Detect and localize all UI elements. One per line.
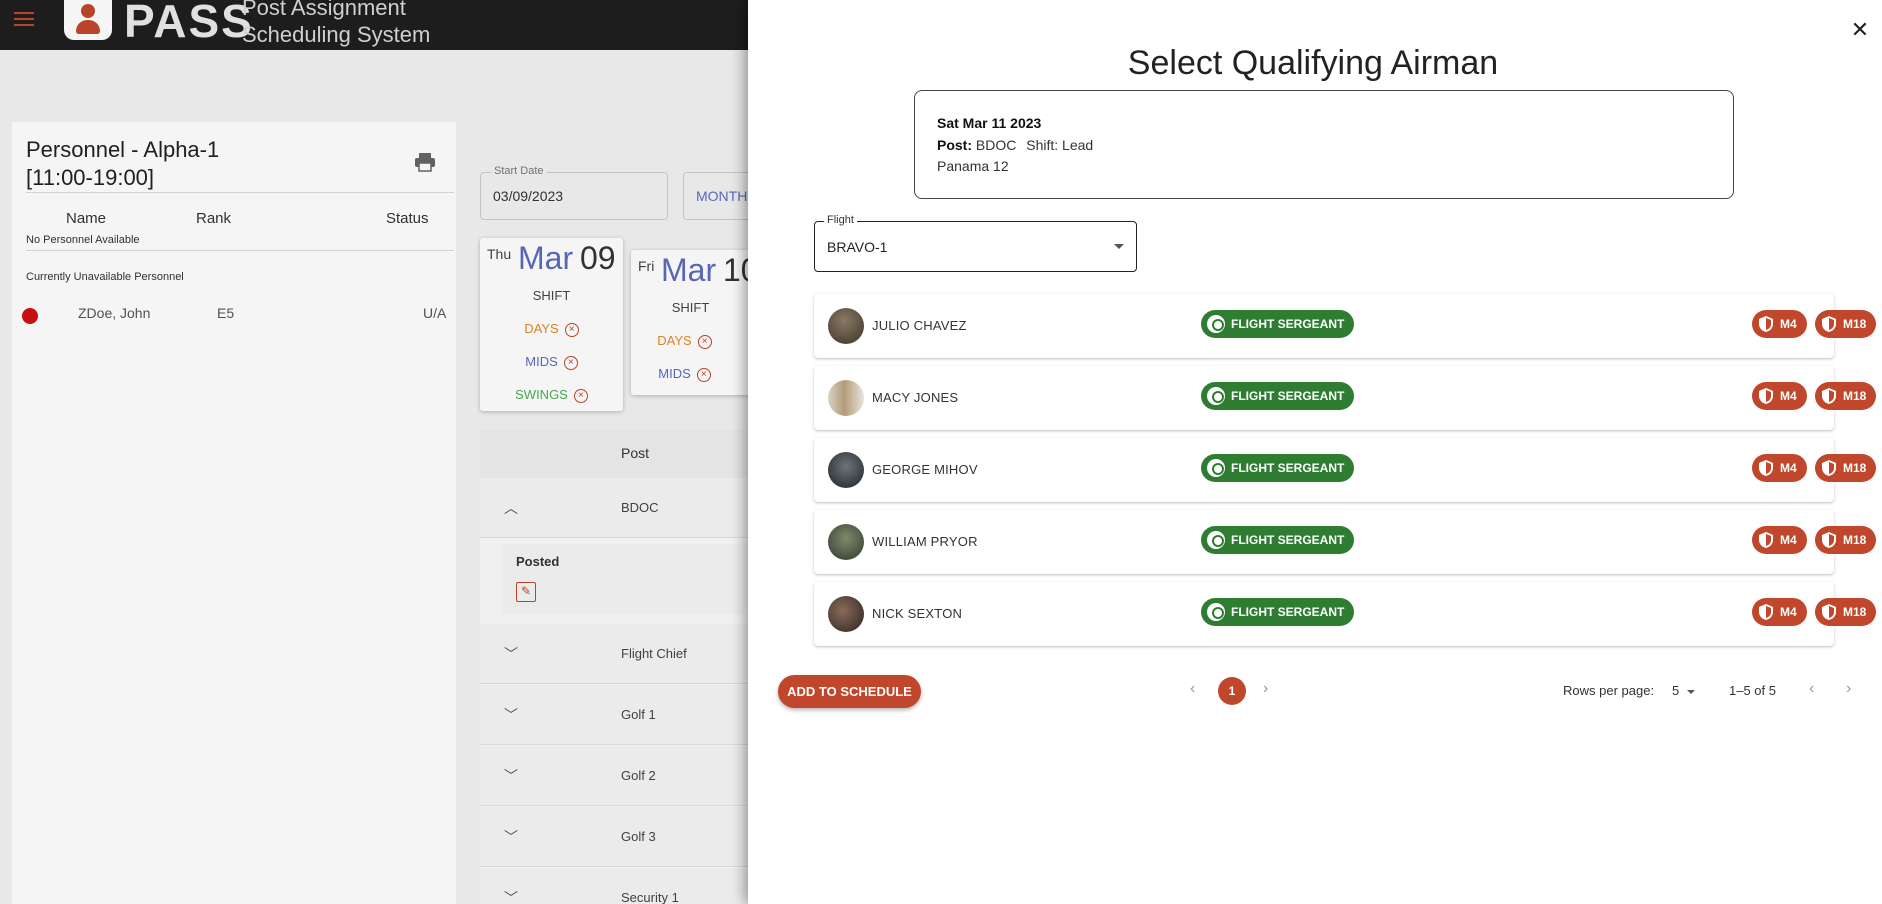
close-icon[interactable]: ✕ [1846,16,1874,44]
weapon-chip-m18: M18 [1815,310,1877,338]
shield-icon [1759,532,1773,548]
select-airman-drawer: ✕ Select Qualifying Airman Sat Mar 11 20… [748,0,1882,904]
post-label: Post: [937,137,972,153]
airman-name: GEORGE MIHOV [872,462,978,477]
shield-icon [1759,316,1773,332]
airman-card[interactable]: MACY JONES FLIGHT SERGEANT M4 M18 [814,366,1877,430]
weapon-chip-m4: M4 [1752,310,1807,338]
page-button-1[interactable]: 1 [1218,677,1246,705]
role-label: FLIGHT SERGEANT [1231,317,1345,331]
award-icon [1207,387,1225,405]
pagination-range: 1–5 of 5 [1729,683,1776,698]
shield-icon [1822,460,1836,476]
avatar [828,452,864,488]
award-icon [1207,459,1225,477]
airman-name: JULIO CHAVEZ [872,318,967,333]
drawer-title: Select Qualifying Airman [1127,44,1499,82]
assignment-post-shift: Post: BDOC Shift: Lead [937,137,1093,153]
weapon-label: M4 [1780,461,1797,475]
weapon-label: M4 [1780,605,1797,619]
weapon-chip-m18: M18 [1815,598,1877,626]
avatar [828,596,864,632]
role-chip: FLIGHT SERGEANT [1201,382,1355,410]
role-chip: FLIGHT SERGEANT [1201,598,1355,626]
weapon-chip-m4: M4 [1752,598,1807,626]
modal-backdrop[interactable] [0,0,748,904]
airman-name: NICK SEXTON [872,606,963,621]
weapon-label: M18 [1843,605,1867,619]
airman-card[interactable]: NICK SEXTON FLIGHT SERGEANT M4 M18 [814,582,1877,646]
dropdown-caret-icon [1114,244,1124,249]
shield-icon [1822,532,1836,548]
rows-per-page-value: 5 [1672,683,1680,698]
airman-card[interactable]: JULIO CHAVEZ FLIGHT SERGEANT M4 M18 [814,294,1877,358]
role-chip: FLIGHT SERGEANT [1201,454,1355,482]
weapon-label: M4 [1780,389,1797,403]
weapon-chip-m4: M4 [1752,382,1807,410]
weapon-label: M18 [1843,389,1867,403]
airman-name: MACY JONES [872,390,959,405]
award-icon [1207,531,1225,549]
shield-icon [1822,604,1836,620]
assignment-location: Panama 12 [937,158,1009,174]
weapon-label: M18 [1843,533,1867,547]
previous-page-icon[interactable]: ‹ [1809,680,1814,698]
weapon-chip-m4: M4 [1752,526,1807,554]
assignment-info-box: Sat Mar 11 2023 Post: BDOC Shift: Lead P… [914,90,1734,199]
role-label: FLIGHT SERGEANT [1231,389,1345,403]
role-chip: FLIGHT SERGEANT [1201,526,1355,554]
add-to-schedule-button[interactable]: ADD TO SCHEDULE [778,675,921,708]
airman-card[interactable]: WILLIAM PRYOR FLIGHT SERGEANT M4 M18 [814,510,1877,574]
shield-icon [1822,388,1836,404]
avatar [828,380,864,416]
next-page-icon[interactable]: › [1846,680,1851,698]
weapon-chip-m18: M18 [1815,526,1877,554]
weapon-label: M4 [1780,533,1797,547]
award-icon [1207,315,1225,333]
weapon-label: M4 [1780,317,1797,331]
rows-per-page-label: Rows per page: [1563,683,1655,698]
shield-icon [1759,604,1773,620]
post-value: BDOC [975,137,1017,153]
weapon-chip-m4: M4 [1752,454,1807,482]
role-label: FLIGHT SERGEANT [1231,605,1345,619]
assignment-date: Sat Mar 11 2023 [937,115,1042,131]
rows-per-page-select[interactable]: 5 [1672,683,1696,698]
weapon-chip-m18: M18 [1815,382,1877,410]
chevron-left-icon[interactable]: ‹ [1190,680,1195,698]
airman-card[interactable]: GEORGE MIHOV FLIGHT SERGEANT M4 M18 [814,438,1877,502]
weapon-chip-m18: M18 [1815,454,1877,482]
award-icon [1207,603,1225,621]
shield-icon [1759,460,1773,476]
airman-name: WILLIAM PRYOR [872,534,978,549]
flight-value: BRAVO-1 [827,239,888,255]
shield-icon [1759,388,1773,404]
shift-text: Shift: Lead [1026,137,1094,153]
role-chip: FLIGHT SERGEANT [1201,310,1355,338]
flight-select[interactable]: Flight BRAVO-1 [814,214,1137,272]
role-label: FLIGHT SERGEANT [1231,461,1345,475]
shield-icon [1822,316,1836,332]
role-label: FLIGHT SERGEANT [1231,533,1345,547]
chevron-right-icon[interactable]: › [1263,680,1268,698]
flight-label: Flight [824,214,857,226]
avatar [828,524,864,560]
weapon-label: M18 [1843,461,1867,475]
dropdown-caret-icon [1687,689,1696,694]
weapon-label: M18 [1843,317,1867,331]
avatar [828,308,864,344]
